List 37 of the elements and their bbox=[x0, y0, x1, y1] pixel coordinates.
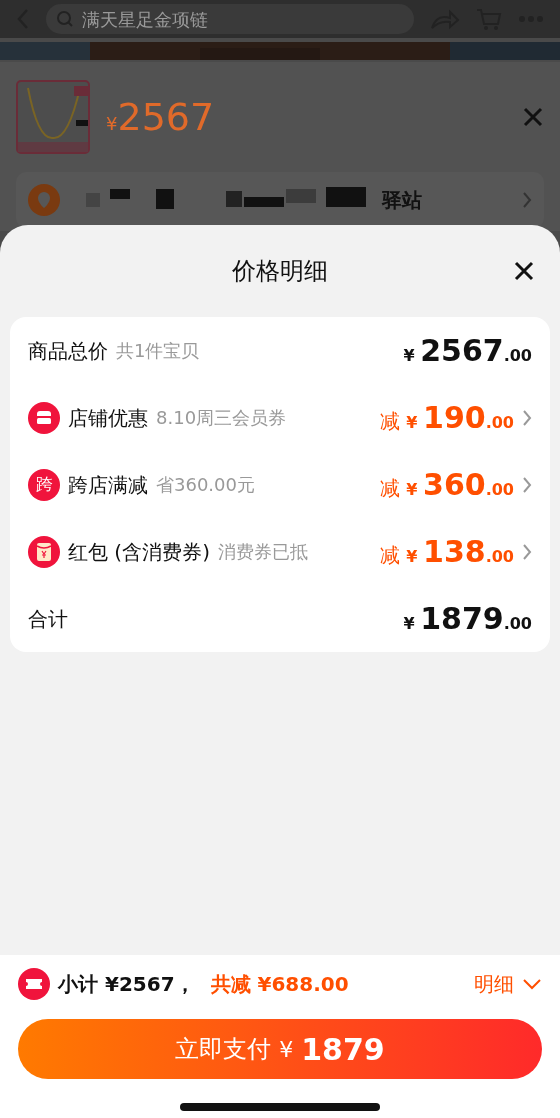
row-label: 跨店满减 bbox=[68, 471, 148, 499]
chevron-icon[interactable] bbox=[522, 542, 532, 561]
store-icon bbox=[28, 401, 60, 434]
detail-toggle[interactable]: 明细 bbox=[474, 969, 542, 999]
pay-button[interactable]: 立即支付 ¥ 1879 bbox=[18, 1019, 542, 1079]
ticket-icon bbox=[18, 968, 50, 1000]
discount-amount: 减 ¥ 138.00 bbox=[379, 533, 514, 571]
address-text: 驿站 bbox=[382, 187, 422, 214]
discount-amount: 减 ¥ 190.00 bbox=[379, 399, 514, 437]
product-price: ¥2567 bbox=[106, 93, 215, 141]
cross-store-badge: 跨 bbox=[28, 468, 60, 501]
price-amount: ¥ 2567.00 bbox=[403, 332, 532, 370]
search-text: 满天星足金项链 bbox=[82, 7, 208, 32]
row-label: 商品总价 bbox=[28, 337, 108, 365]
envelope-icon bbox=[28, 535, 60, 568]
row-note: 消费券已抵 bbox=[217, 540, 308, 564]
close-icon[interactable] bbox=[513, 260, 535, 282]
row-note: 8.10周三会员券 bbox=[156, 406, 287, 430]
sheet-title: 价格明细 bbox=[232, 256, 328, 287]
caret-icon bbox=[522, 978, 542, 990]
subtotal-text: 小计 ¥2567， bbox=[58, 971, 195, 998]
discount-amount: 减 ¥ 360.00 bbox=[379, 466, 514, 504]
price-amount: ¥ 1879.00 bbox=[403, 600, 532, 638]
chevron-icon[interactable] bbox=[522, 408, 532, 427]
chevron-icon[interactable] bbox=[522, 191, 532, 209]
search-field[interactable]: 满天星足金项链 bbox=[46, 4, 414, 34]
address-row[interactable]: 驿站 bbox=[16, 172, 544, 228]
search-icon bbox=[56, 10, 74, 28]
row-note: 共1件宝贝 bbox=[116, 339, 200, 363]
location-icon bbox=[28, 184, 60, 216]
row-label: 店铺优惠 bbox=[68, 404, 148, 432]
row-note: 省360.00元 bbox=[156, 473, 255, 497]
row-label: 合计 bbox=[28, 605, 68, 633]
savings-text: 共减 ¥688.00 bbox=[210, 971, 349, 998]
row-label: 红包 (含消费券) bbox=[68, 538, 210, 566]
home-indicator[interactable] bbox=[180, 1103, 380, 1111]
chevron-icon[interactable] bbox=[522, 475, 532, 494]
